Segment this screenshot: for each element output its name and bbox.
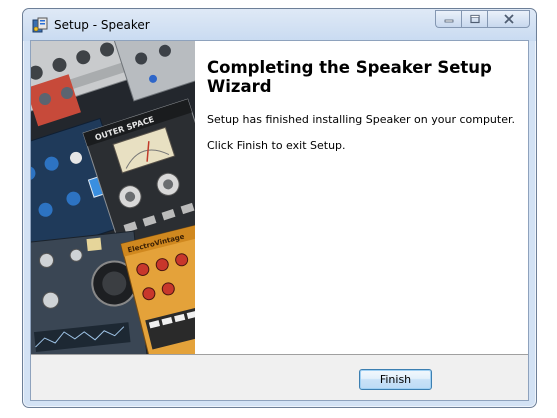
setup-installer-icon — [32, 17, 48, 33]
minimize-icon — [444, 19, 453, 23]
wizard-heading: Completing the Speaker Setup Wizard — [207, 58, 492, 96]
maximize-button[interactable] — [461, 10, 487, 28]
window-title: Setup - Speaker — [54, 18, 150, 32]
install-complete-text: Setup has finished installing Speaker on… — [207, 113, 515, 126]
title-bar[interactable]: Setup - Speaker — [23, 9, 536, 41]
exit-instruction-text: Click Finish to exit Setup. — [207, 139, 346, 152]
minimize-button[interactable] — [435, 10, 461, 28]
side-panel-image: OUTER SPACE ElectroVintage — [31, 41, 195, 354]
window-controls — [435, 10, 530, 28]
button-bar: Finish — [31, 354, 528, 400]
close-button[interactable] — [487, 10, 530, 28]
setup-window: Setup - Speaker OUTER SPACE ElectroVinta… — [22, 8, 537, 408]
maximize-icon — [469, 14, 480, 24]
close-icon — [503, 14, 514, 24]
wizard-page: OUTER SPACE ElectroVintage Completing th… — [30, 40, 529, 401]
finish-button[interactable]: Finish — [359, 369, 432, 390]
